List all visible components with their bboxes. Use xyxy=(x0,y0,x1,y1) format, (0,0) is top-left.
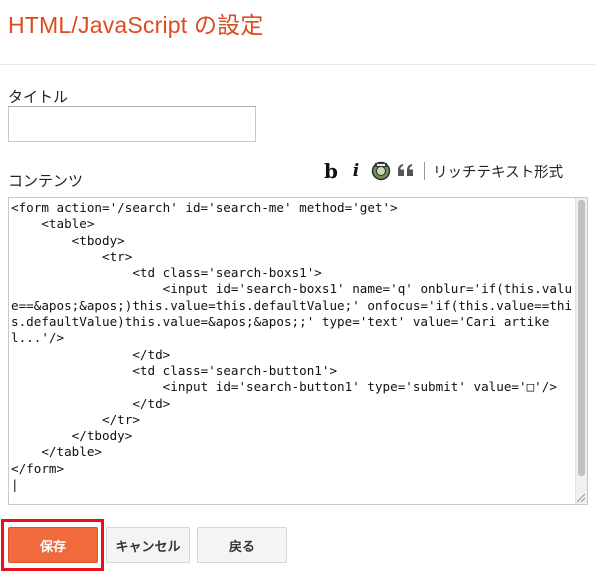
title-input[interactable] xyxy=(8,106,256,142)
editor-scrollbar[interactable] xyxy=(575,198,587,504)
content-editor[interactable]: <form action='/search' id='search-me' me… xyxy=(9,198,575,504)
italic-button[interactable]: i xyxy=(345,160,367,182)
editor-toolbar: b i リッチテキスト形式 xyxy=(320,158,563,184)
image-icon xyxy=(371,161,391,181)
back-button[interactable]: 戻る xyxy=(197,527,287,563)
cancel-button[interactable]: キャンセル xyxy=(106,527,190,563)
title-label: タイトル xyxy=(8,88,69,106)
content-editor-frame: <form action='/search' id='search-me' me… xyxy=(8,197,588,505)
rich-text-toggle[interactable]: リッチテキスト形式 xyxy=(433,161,563,182)
save-button[interactable]: 保存 xyxy=(8,527,98,563)
header-divider xyxy=(0,64,595,65)
quote-icon xyxy=(398,164,413,176)
resize-grip-icon[interactable] xyxy=(574,491,586,503)
dialog-title: HTML/JavaScript の設定 xyxy=(8,12,264,38)
quote-button[interactable] xyxy=(395,160,417,182)
bold-button[interactable]: b xyxy=(320,159,342,183)
toolbar-separator xyxy=(424,162,425,180)
content-label: コンテンツ xyxy=(8,172,84,190)
editor-scroll-thumb[interactable] xyxy=(578,200,585,476)
image-button[interactable] xyxy=(370,160,392,182)
